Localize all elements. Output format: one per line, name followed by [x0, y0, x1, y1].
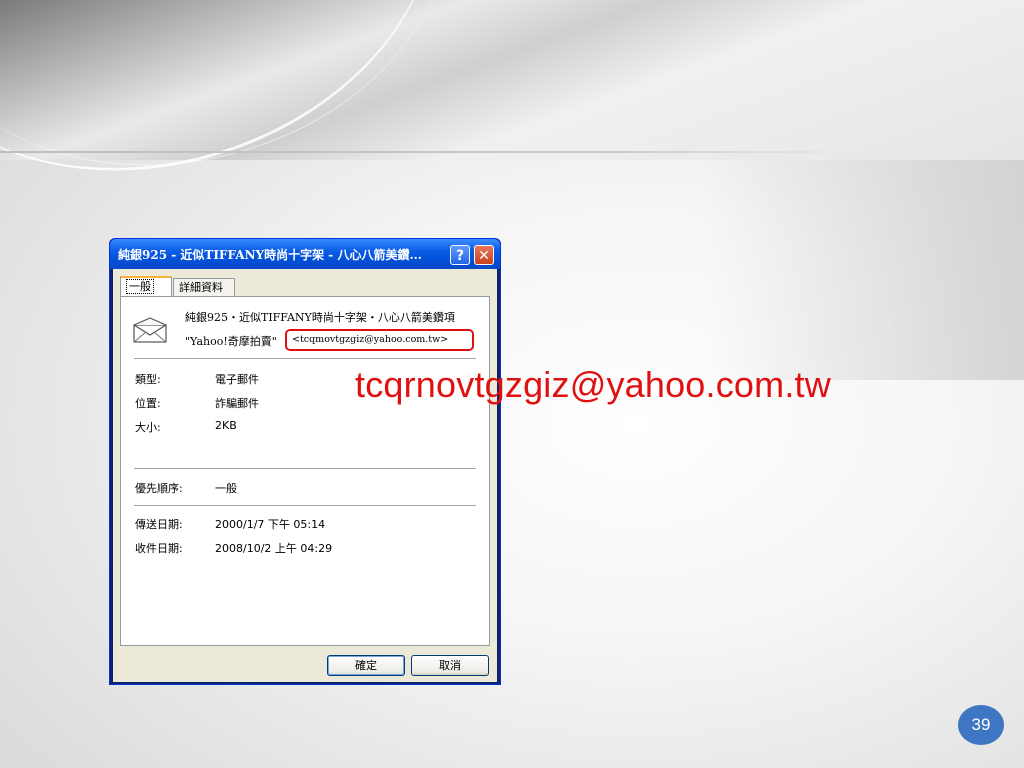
message-subject: 純銀925・近似TIFFANY時尚十字架・八心八箭美鑽項	[185, 311, 455, 324]
tab-details[interactable]: 詳細資料	[173, 278, 235, 296]
received-date-value: 2008/10/2 上午 04:29	[215, 542, 333, 555]
dialog-title-bar[interactable]: 純銀925 - 近似TIFFANY時尚十字架 - 八心八箭美鑽... ? ✕	[110, 239, 500, 269]
type-label: 類型:	[135, 373, 161, 386]
email-callout: tcqrnovtgzgiz@yahoo.com.tw	[355, 364, 831, 405]
divider	[134, 468, 476, 469]
sent-date-value: 2000/1/7 下午 05:14	[215, 518, 326, 531]
priority-value: 一般	[215, 482, 237, 495]
location-label: 位置:	[135, 397, 161, 410]
ok-button[interactable]: 確定	[327, 655, 405, 676]
divider	[134, 358, 476, 359]
type-value: 電子郵件	[215, 373, 259, 386]
swoosh-highlight-thin	[0, 0, 492, 221]
background-shade	[704, 160, 1024, 380]
dialog-client-area: 一般 詳細資料 純銀925・近似TIFFANY時尚十字架・八心八箭美鑽項 "Ya…	[113, 269, 497, 682]
sent-date-label: 傳送日期:	[135, 518, 183, 531]
priority-label: 優先順序:	[135, 482, 183, 495]
close-button[interactable]: ✕	[474, 245, 494, 265]
sender-name: "Yahoo!奇摩拍賣"	[185, 335, 277, 348]
dialog-title: 純銀925 - 近似TIFFANY時尚十字架 - 八心八箭美鑽...	[118, 248, 422, 262]
header-rule	[0, 151, 860, 153]
tab-general[interactable]: 一般	[120, 276, 172, 297]
divider	[134, 505, 476, 506]
envelope-icon	[133, 317, 167, 343]
tab-general-label: 一般	[126, 279, 154, 294]
page-number-badge: 39	[958, 705, 1004, 745]
cancel-button[interactable]: 取消	[411, 655, 489, 676]
received-date-label: 收件日期:	[135, 542, 183, 555]
properties-dialog: 純銀925 - 近似TIFFANY時尚十字架 - 八心八箭美鑽... ? ✕ 一…	[109, 238, 501, 685]
help-button[interactable]: ?	[450, 245, 470, 265]
location-value: 詐騙郵件	[215, 397, 259, 410]
background-swoosh	[0, 0, 1024, 240]
size-label: 大小:	[135, 421, 161, 434]
general-tab-panel: 純銀925・近似TIFFANY時尚十字架・八心八箭美鑽項 "Yahoo!奇摩拍賣…	[120, 296, 490, 646]
size-value: 2KB	[215, 419, 237, 432]
sender-address: <tcqmovtgzgiz@yahoo.com.tw>	[285, 329, 474, 351]
